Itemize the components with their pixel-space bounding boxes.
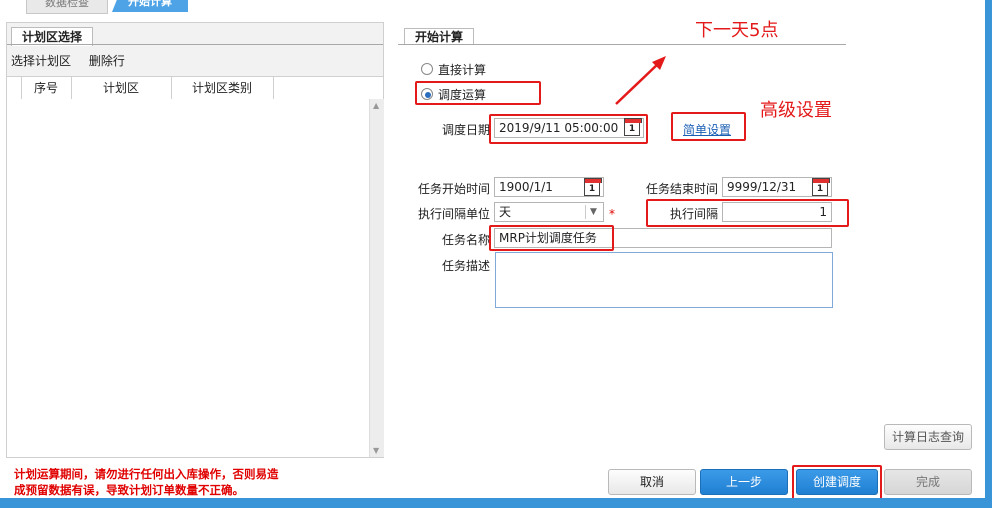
cancel-button[interactable]: 取消 [608,469,696,495]
highlight-create-schedule [792,465,882,500]
scroll-down-icon[interactable]: ▼ [373,446,379,455]
annotation-arrow-icon [615,56,666,105]
annotation-next-day: 下一天5点 [695,20,779,41]
vertical-scrollbar[interactable]: ▲ ▼ [369,99,384,457]
select-plan-area-button[interactable]: 选择计划区 [11,54,71,68]
radio-direct-calc-label[interactable]: 直接计算 [438,61,486,78]
highlight-interval [646,199,849,227]
start-calc-divider [398,44,846,45]
start-calc-group-title: 开始计算 [404,28,475,44]
task-name-label: 任务名称 [441,233,490,247]
task-desc-textarea[interactable] [495,252,833,308]
annotation-advanced: 高级设置 [760,100,832,121]
finish-button[interactable]: 完成 [884,469,972,495]
highlight-schedule-radio [415,81,541,105]
highlight-schedule-date [489,114,648,144]
window-frame-right [985,0,992,508]
interval-unit-label: 执行间隔单位 [417,207,490,221]
window-frame-bottom [0,498,992,508]
task-end-label: 任务结束时间 [645,182,718,196]
warning-line-2: 成预留数据有误，导致计划订单数量不正确。 [14,483,244,497]
required-mark: * [609,207,615,221]
group-divider [7,44,383,45]
prev-step-button[interactable]: 上一步 [700,469,788,495]
highlight-task-name [489,225,614,251]
task-desc-label: 任务描述 [441,259,490,273]
radio-direct-calc[interactable] [421,63,433,75]
delete-row-button[interactable]: 删除行 [89,54,125,68]
plan-area-panel: 计划区选择 选择计划区 删除行 序号 计划区 计划区类别 ▲ ▼ [6,22,384,458]
warning-message: 计划运算期间，请勿进行任何出入库操作，否则易造 成预留数据有误，导致计划订单数量… [14,466,344,498]
calendar-icon[interactable]: 1 [812,178,830,196]
schedule-date-label: 调度日期 [441,123,490,137]
wizard-tab-start-calc[interactable]: 开始计算 [112,0,188,12]
plan-area-toolbar: 选择计划区 删除行 [11,52,139,70]
column-header-plan-area-type[interactable]: 计划区类别 [171,77,274,99]
column-header-seq[interactable]: 序号 [21,77,72,99]
wizard-tab-strip: 数据检查 开始计算 [0,0,992,14]
chevron-down-icon[interactable]: ▼ [585,205,601,219]
warning-line-1: 计划运算期间，请勿进行任何出入库操作，否则易造 [14,467,279,481]
column-header-plan-area[interactable]: 计划区 [71,77,172,99]
grid-row-selector-header [7,77,22,99]
plan-area-grid-body[interactable] [7,99,369,457]
plan-area-grid-header: 序号 计划区 计划区类别 [7,76,383,100]
log-query-button[interactable]: 计算日志查询 [884,424,972,450]
scroll-up-icon[interactable]: ▲ [373,101,379,110]
calendar-icon[interactable]: 1 [584,178,602,196]
wizard-tab-data-check[interactable]: 数据检查 [26,0,108,14]
highlight-simple-setting [671,112,746,141]
task-start-label: 任务开始时间 [417,182,490,196]
